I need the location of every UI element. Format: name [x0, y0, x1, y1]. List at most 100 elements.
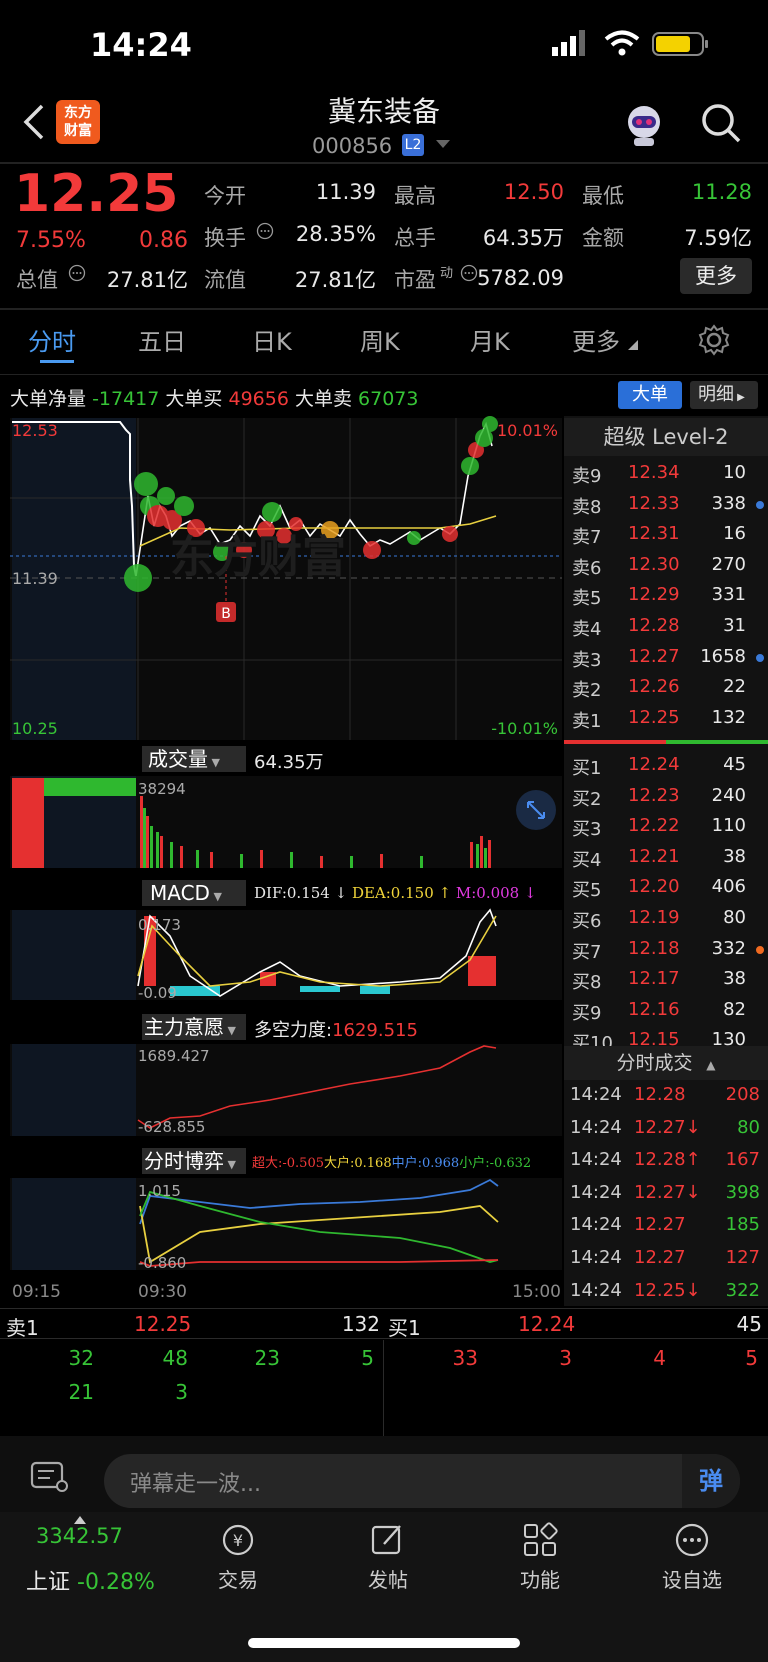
bid-volume: 406: [711, 876, 746, 898]
tab-monthly-k[interactable]: 月K: [470, 322, 510, 357]
ask-volume: 331: [711, 584, 746, 606]
ask-volume: 270: [711, 553, 746, 575]
high-value: 12.50: [503, 180, 564, 204]
volume-max: 38294: [138, 780, 186, 798]
bid-price: 12.18: [628, 937, 680, 959]
bid-row: 买5 12.20 406: [564, 872, 768, 903]
more-dots-icon[interactable]: [674, 1522, 710, 1558]
danmaku-send-button[interactable]: 弹: [682, 1454, 740, 1508]
float-label: 流值: [204, 268, 246, 292]
search-icon[interactable]: [700, 102, 742, 144]
queue-sell-vol: 132: [341, 1312, 380, 1336]
ask-price: 12.30: [628, 553, 680, 575]
main-top: 1689.427: [138, 1047, 210, 1065]
tab-daily-k[interactable]: 日K: [252, 322, 292, 357]
game-indicator-select[interactable]: 分时博弈 ▼: [142, 1148, 246, 1174]
index-change: -0.28%: [77, 1570, 155, 1595]
tab-underline: [40, 360, 74, 363]
tick-row: 14:24 12.27↓ 398: [564, 1178, 768, 1211]
post-icon[interactable]: [370, 1522, 406, 1558]
time-close: 15:00: [512, 1282, 561, 1302]
tab-more[interactable]: 更多: [572, 322, 620, 357]
bid-price: 12.20: [628, 876, 680, 898]
tab-intraday[interactable]: 分时: [28, 322, 76, 357]
float-value: 27.81亿: [294, 268, 376, 292]
tick-price: 12.27↓: [634, 1181, 701, 1203]
queue-cell: 48: [162, 1346, 188, 1370]
ask-price: 12.31: [628, 523, 680, 545]
info-icon[interactable]: [68, 264, 86, 282]
ask-volume: 132: [711, 706, 746, 728]
gear-icon[interactable]: [698, 324, 730, 356]
stock-code: 000856: [312, 134, 393, 158]
game-label: 分时博弈: [144, 1149, 224, 1173]
tick-volume: 398: [725, 1181, 760, 1203]
function-icon[interactable]: [522, 1522, 558, 1558]
ask-level-label: 卖6: [572, 557, 602, 579]
bid-price: 12.21: [628, 845, 680, 867]
volume-indicator-select[interactable]: 成交量 ▼: [142, 746, 246, 772]
ask-volume: 10: [723, 462, 746, 483]
intraday-chart[interactable]: B 东方财富 12.53 10.25 10.01% -10.01% 11.39 …: [0, 416, 562, 1280]
bid-level-label: 买6: [572, 910, 602, 932]
danmaku-input[interactable]: 弹幕走一波... 弹: [104, 1454, 740, 1508]
info-icon[interactable]: [256, 222, 274, 240]
price-axis-top: 12.53: [12, 421, 58, 440]
tick-price: 12.27: [634, 1214, 686, 1236]
bid-price: 12.19: [628, 906, 680, 928]
tick-row: 14:24 12.28↑ 167: [564, 1145, 768, 1178]
ask-list: 卖9 12.34 10 卖8 12.33 338 卖7 12.31 16 卖6 12.30 270 卖5…: [564, 458, 768, 733]
bid-level-label: 买5: [572, 880, 602, 902]
index-value[interactable]: 3342.57: [36, 1524, 123, 1548]
status-time: 14:24: [90, 26, 192, 64]
bid-row: 买7 12.18 332: [564, 934, 768, 965]
nav-watchlist[interactable]: 设自选: [642, 1564, 742, 1593]
bid-volume: 332: [711, 937, 746, 959]
net-value: -17417: [92, 388, 160, 410]
divider: [0, 374, 768, 375]
queue-sell-price: 12.25: [134, 1312, 192, 1336]
main-bottom: -628.855: [138, 1118, 205, 1136]
ask-level-label: 卖8: [572, 496, 602, 518]
big-order-button[interactable]: 大单: [618, 381, 682, 409]
game-small: 小户:-0.632: [459, 1156, 532, 1171]
ask-price: 12.33: [628, 492, 680, 514]
tick-row: 14:24 12.27 127: [564, 1243, 768, 1276]
signal-icon: [552, 30, 585, 56]
main-force-indicator-select[interactable]: 主力意愿 ▼: [142, 1014, 246, 1040]
chevron-down-icon[interactable]: [436, 140, 450, 150]
tick-row: 14:24 12.27↓ 80: [564, 1113, 768, 1146]
status-bar: 14:24: [0, 0, 768, 90]
level2-title[interactable]: 超级 Level-2: [564, 418, 768, 456]
volume-total: 64.35万: [254, 752, 324, 773]
bid-level-label: 买7: [572, 941, 602, 963]
bid-price: 12.23: [628, 784, 680, 806]
ask-price: 12.27: [628, 645, 680, 667]
game-mid: 中户:0.968: [391, 1156, 460, 1171]
ticks-title[interactable]: 分时成交 ▲: [564, 1046, 768, 1080]
detail-button[interactable]: 明细 ▶: [690, 381, 758, 409]
level2-badge[interactable]: L2: [402, 134, 424, 156]
time-start: 09:15: [12, 1282, 61, 1302]
danmaku-toggle-icon[interactable]: [30, 1460, 70, 1494]
trade-icon[interactable]: ¥: [218, 1522, 258, 1558]
queue-cell: 32: [68, 1346, 94, 1370]
low-value: 11.28: [691, 180, 752, 204]
ask-row: 卖1 12.25 132: [564, 703, 768, 734]
nav-post[interactable]: 发帖: [338, 1564, 438, 1593]
ask-row: 卖2 12.26 22: [564, 672, 768, 703]
more-button[interactable]: 更多: [680, 258, 752, 294]
divider: [0, 1338, 768, 1339]
wifi-icon: [604, 30, 640, 56]
tick-time: 14:24: [570, 1181, 622, 1203]
tab-weekly-k[interactable]: 周K: [360, 322, 400, 357]
ask-price: 12.34: [628, 462, 680, 483]
nav-trade[interactable]: 交易: [188, 1564, 288, 1593]
nav-function[interactable]: 功能: [490, 1564, 590, 1593]
index-summary[interactable]: 上证 -0.28%: [26, 1564, 155, 1596]
tab-five-day[interactable]: 五日: [138, 322, 186, 357]
macd-indicator-select[interactable]: MACD ▼: [142, 880, 246, 906]
sell-label: 大单卖: [294, 388, 352, 410]
robot-assistant-icon[interactable]: [620, 100, 668, 148]
ask-price: 12.28: [628, 614, 680, 636]
